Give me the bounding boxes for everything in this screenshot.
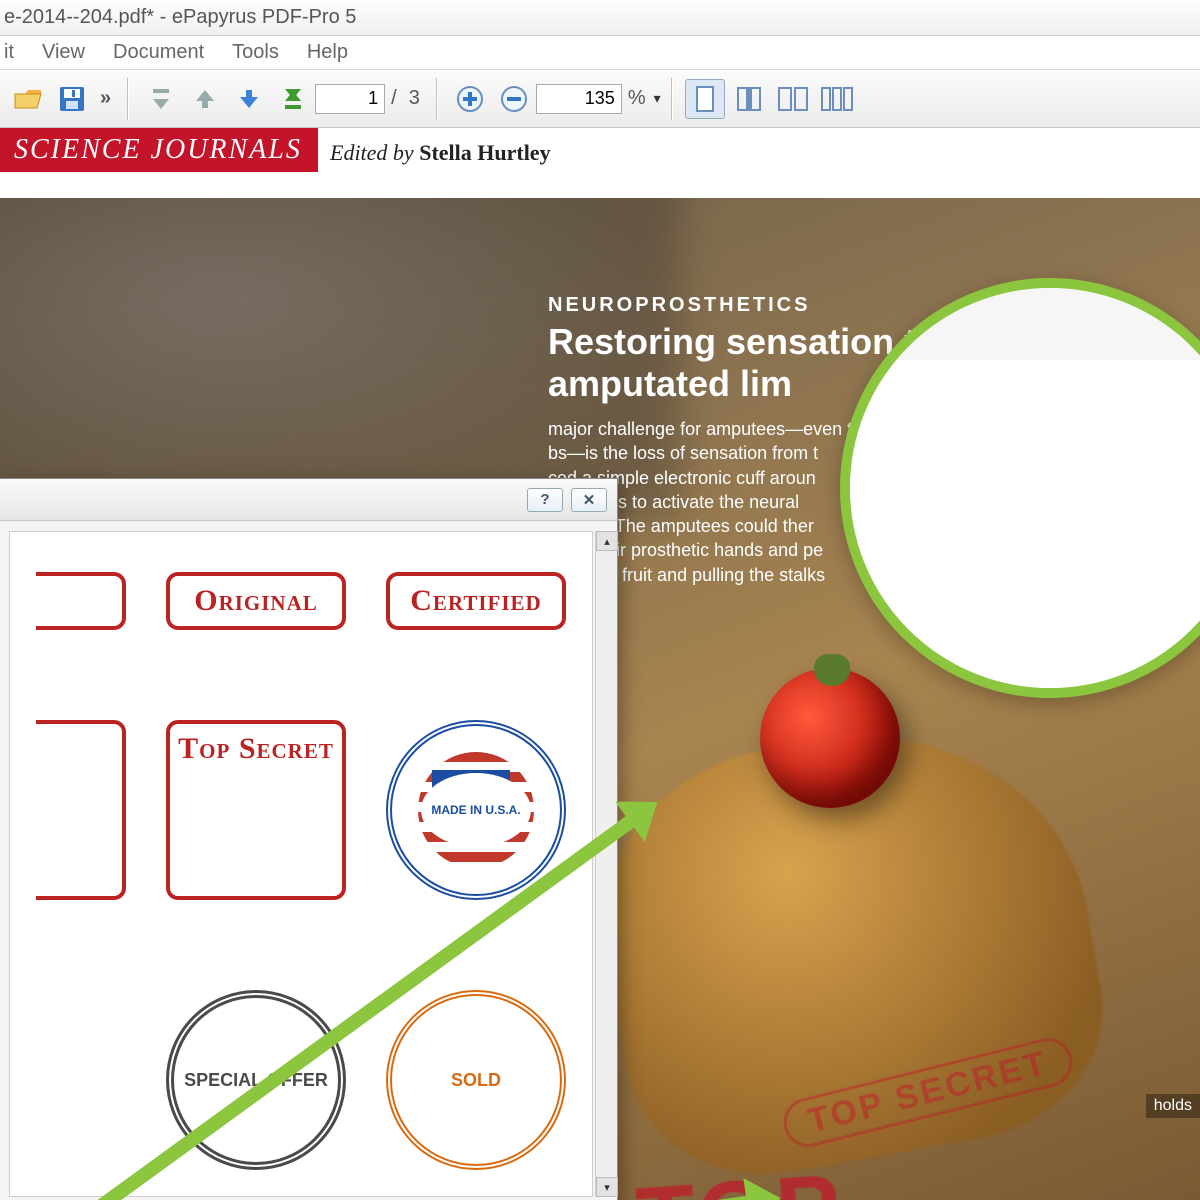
zoom-unit: %: [628, 87, 646, 110]
menu-help[interactable]: Help: [307, 41, 348, 64]
toolbar-overflow[interactable]: »: [100, 87, 111, 110]
zoom-in-button[interactable]: [450, 79, 490, 119]
toolbar-separator: [436, 78, 438, 120]
stamp-item[interactable]: [36, 572, 126, 630]
stamp-sold[interactable]: SOLD: [386, 990, 566, 1170]
prev-page-button[interactable]: [185, 79, 225, 119]
window-title: e-2014--204.pdf* - ePapyrus PDF-Pro 5: [4, 6, 356, 29]
toolbar-separator: [671, 78, 673, 120]
dialog-help-button[interactable]: ?: [527, 488, 563, 512]
stamp-certified[interactable]: Certified: [386, 572, 566, 630]
tomato: [760, 668, 900, 808]
stamp-made-in-usa[interactable]: MADE IN U.S.A.: [386, 720, 566, 900]
zoom-out-button[interactable]: [494, 79, 534, 119]
stamp-top-secret[interactable]: Top Secret: [166, 720, 346, 900]
floppy-save-icon: [58, 85, 86, 113]
page-continuous-icon: [735, 85, 763, 113]
view-continuous-button[interactable]: [729, 79, 769, 119]
arrow-first-icon: [147, 85, 175, 113]
dialog-body: Original Certified Top Secret MADE IN U.…: [9, 531, 593, 1197]
menu-document[interactable]: Document: [113, 41, 204, 64]
zoom-out-icon: [499, 84, 529, 114]
arrow-up-icon: [192, 86, 218, 112]
toolbar: » / 3 % ▾: [0, 70, 1200, 128]
first-page-button[interactable]: [141, 79, 181, 119]
page-facing-icon: [777, 85, 809, 113]
magnifier-content: [850, 288, 1200, 688]
magnifier-callout: [840, 278, 1200, 698]
view-facing-button[interactable]: [773, 79, 813, 119]
menu-tools[interactable]: Tools: [232, 41, 279, 64]
window-titlebar: e-2014--204.pdf* - ePapyrus PDF-Pro 5: [0, 0, 1200, 36]
zoom-input[interactable]: [536, 84, 622, 114]
zoom-in-icon: [455, 84, 485, 114]
page-total: 3: [409, 87, 420, 110]
dialog-scrollbar[interactable]: ▴ ▾: [595, 531, 617, 1197]
dialog-close-button[interactable]: ✕: [571, 488, 607, 512]
stamp-dialog: ? ✕ Original Certified Top Secret MADE I…: [0, 478, 618, 1200]
page-separator: /: [391, 87, 397, 110]
document-viewport[interactable]: SCIENCE JOURNALS Edited by Stella Hurtle…: [0, 128, 1200, 1200]
stamp-item[interactable]: [36, 720, 126, 900]
menu-edit[interactable]: it: [4, 41, 14, 64]
stamp-usa-label: MADE IN U.S.A.: [421, 773, 530, 847]
arrow-down-icon: [236, 86, 262, 112]
scroll-down-icon[interactable]: ▾: [596, 1177, 618, 1197]
next-page-button[interactable]: [229, 79, 269, 119]
save-button[interactable]: [52, 79, 92, 119]
editor-name: Stella Hurtley: [419, 140, 550, 165]
stamp-original[interactable]: Original: [166, 572, 346, 630]
menu-view[interactable]: View: [42, 41, 85, 64]
dialog-titlebar[interactable]: ? ✕: [0, 479, 617, 521]
edited-prefix: Edited by: [330, 140, 419, 165]
journal-band: SCIENCE JOURNALS: [0, 128, 318, 172]
scroll-up-icon[interactable]: ▴: [596, 531, 618, 551]
photo-caption: holds: [1146, 1094, 1200, 1118]
view-single-page-button[interactable]: [685, 79, 725, 119]
menubar: it View Document Tools Help: [0, 36, 1200, 70]
page-number-input[interactable]: [315, 84, 385, 114]
last-page-button[interactable]: [273, 79, 313, 119]
toolbar-separator: [127, 78, 129, 120]
view-facing-continuous-button[interactable]: [817, 79, 857, 119]
edited-by: Edited by Stella Hurtley: [330, 140, 551, 166]
page-single-icon: [693, 85, 717, 113]
arrow-last-icon: [279, 85, 307, 113]
folder-open-icon: [13, 86, 43, 112]
stamp-grid: Original Certified Top Secret MADE IN U.…: [10, 532, 592, 1197]
open-button[interactable]: [8, 79, 48, 119]
page-facing-cont-icon: [820, 85, 854, 113]
zoom-dropdown[interactable]: ▾: [654, 90, 661, 107]
